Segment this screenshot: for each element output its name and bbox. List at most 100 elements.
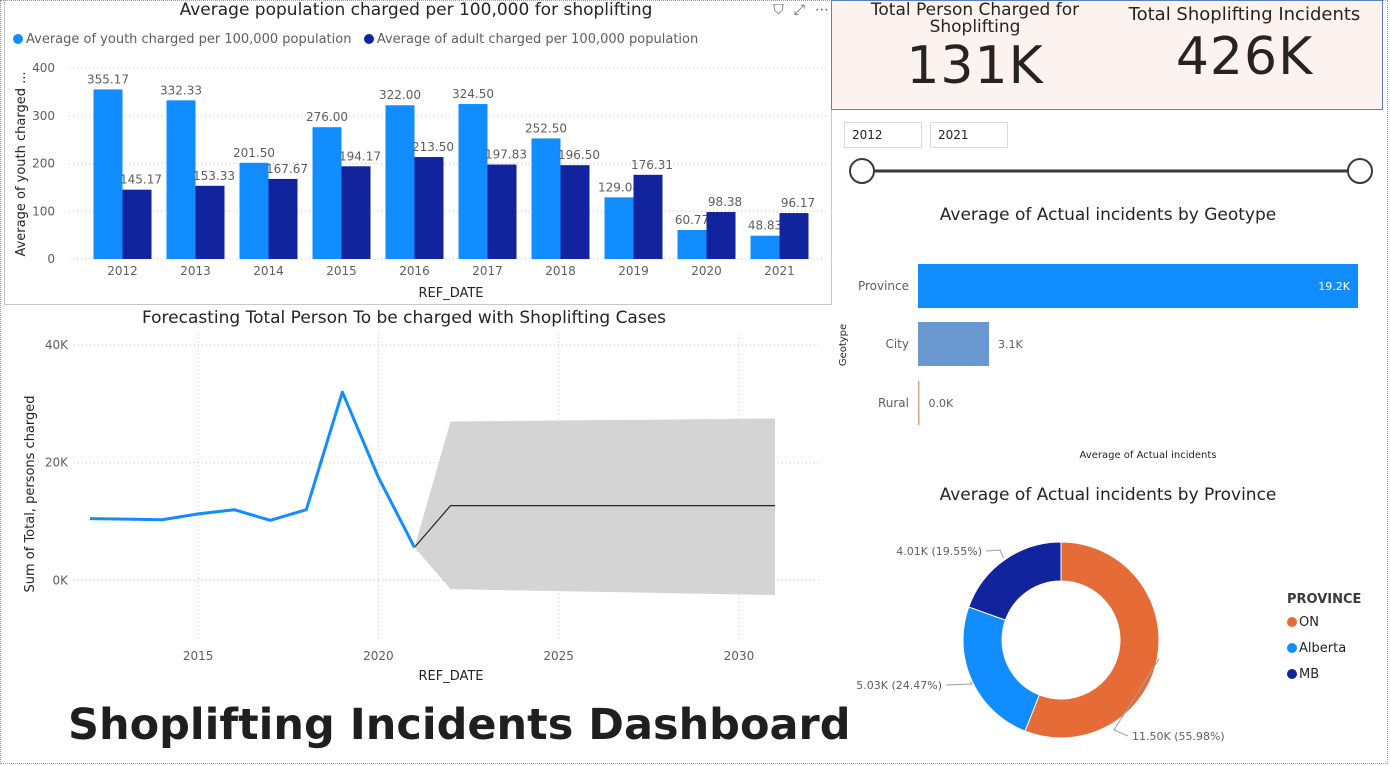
- y-tick-label: 400: [32, 61, 55, 75]
- geotype-x-axis-title: Average of Actual incidents: [1080, 450, 1217, 461]
- x-tick-label: 2015: [326, 264, 357, 278]
- y-tick-label: 100: [32, 204, 55, 218]
- adult-bar[interactable]: [779, 213, 809, 259]
- kpi-total-incidents: Total Shoplifting Incidents 426K: [1122, 4, 1367, 88]
- youth-data-label: 60.77: [675, 213, 709, 227]
- youth-data-label: 48.83: [748, 219, 782, 233]
- adult-data-label: 194.17: [339, 149, 381, 163]
- geotype-bar[interactable]: [918, 264, 1358, 308]
- slicer-track-svg: [849, 158, 1373, 184]
- adult-bar[interactable]: [414, 157, 444, 259]
- adult-bar[interactable]: [341, 166, 371, 259]
- adult-bar[interactable]: [706, 212, 736, 259]
- legend-label-on: ON: [1299, 615, 1319, 630]
- adult-data-label: 96.17: [781, 196, 815, 210]
- geotype-data-label: 0.0K: [929, 397, 954, 410]
- donut-slice-mb[interactable]: [968, 541, 1062, 621]
- adult-data-label: 196.50: [558, 148, 600, 162]
- youth-bar[interactable]: [604, 197, 634, 259]
- x-tick-label: 2021: [764, 264, 795, 278]
- legend-label-alberta: Alberta: [1299, 641, 1347, 656]
- adult-bar[interactable]: [122, 189, 152, 259]
- adult-bar[interactable]: [195, 185, 225, 259]
- legend-item-on[interactable]: ON: [1287, 615, 1361, 630]
- youth-bar[interactable]: [677, 229, 707, 259]
- y-tick-label: 20K: [45, 456, 69, 470]
- x-tick-label: 2020: [363, 649, 394, 663]
- x-tick-label: 2025: [543, 649, 574, 663]
- geotype-y-axis-title: Geotype: [838, 324, 849, 366]
- youth-bar[interactable]: [93, 89, 123, 259]
- geotype-bar[interactable]: [918, 381, 920, 425]
- geotype-bar[interactable]: [918, 322, 990, 366]
- x-tick-label: 2017: [472, 264, 503, 278]
- x-tick-label: 2019: [618, 264, 649, 278]
- adult-bar[interactable]: [487, 164, 517, 259]
- youth-bar[interactable]: [458, 104, 488, 260]
- youth-data-label: 355.17: [87, 72, 129, 86]
- adult-data-label: 176.31: [631, 158, 673, 172]
- y-axis-title: Average of youth charged ...: [14, 71, 29, 256]
- date-range-slicer[interactable]: 2012 2021: [840, 118, 1380, 198]
- youth-bar[interactable]: [239, 162, 269, 259]
- kpi-persons-charged-label-2: Shoplifting: [929, 17, 1021, 37]
- youth-bar[interactable]: [531, 138, 561, 259]
- youth-data-label: 201.50: [233, 146, 275, 160]
- donut-data-label: 5.03K (24.47%): [856, 679, 942, 692]
- x-tick-label: 2030: [724, 649, 755, 663]
- donut-data-label: 11.50K (55.98%): [1132, 730, 1225, 743]
- adult-bar[interactable]: [560, 165, 590, 259]
- adult-data-label: 213.50: [412, 140, 454, 154]
- youth-bar[interactable]: [312, 127, 342, 260]
- youth-bar[interactable]: [750, 235, 780, 259]
- slicer-end-handle[interactable]: [1347, 158, 1373, 184]
- adult-bar[interactable]: [268, 178, 298, 259]
- youth-data-label: 324.50: [452, 87, 494, 101]
- province-legend: PROVINCE ON Alberta MB: [1287, 592, 1361, 693]
- youth-bar[interactable]: [385, 105, 415, 260]
- actual-series-line[interactable]: [89, 390, 416, 549]
- x-tick-label: 2014: [253, 264, 284, 278]
- donut-slice-alberta[interactable]: [962, 606, 1040, 732]
- forecast-confidence-band: [414, 418, 775, 596]
- legend-dot-on: [1287, 617, 1297, 627]
- y-tick-label: 0K: [52, 573, 69, 587]
- legend-dot-mb: [1287, 669, 1297, 679]
- x-axis-title: REF_DATE: [418, 286, 483, 301]
- kpi-total-incidents-label: Total Shoplifting Incidents: [1128, 4, 1361, 25]
- slicer-start-handle[interactable]: [849, 158, 875, 184]
- donut-data-label: 4.01K (19.55%): [896, 545, 982, 558]
- dashboard-title: Shoplifting Incidents Dashboard: [68, 700, 851, 750]
- legend-label-mb: MB: [1299, 667, 1320, 682]
- x-tick-label: 2020: [691, 264, 722, 278]
- y-tick-label: 300: [32, 109, 55, 123]
- geotype-bar-chart[interactable]: Average of Actual incidents by Geotype P…: [832, 196, 1384, 468]
- donut-leader-line: [985, 549, 1004, 559]
- province-legend-title: PROVINCE: [1287, 592, 1362, 607]
- x-tick-label: 2013: [180, 264, 211, 278]
- y-axis-title: Sum of Total, persons charged: [23, 395, 38, 592]
- geotype-data-label: 19.2K: [1318, 280, 1350, 293]
- x-tick-label: 2018: [545, 264, 576, 278]
- donut-leader-line: [945, 680, 973, 686]
- adult-data-label: 153.33: [193, 169, 235, 183]
- kpi-panel: Total Person Charged for Shoplifting 131…: [831, 0, 1383, 110]
- geotype-data-label: 3.1K: [998, 338, 1023, 351]
- y-tick-label: 0: [47, 252, 55, 266]
- youth-data-label: 276.00: [306, 110, 348, 124]
- geotype-category-label: Province: [858, 279, 909, 293]
- kpi-total-incidents-value: 426K: [1175, 27, 1314, 87]
- y-tick-label: 40K: [45, 338, 69, 352]
- youth-adult-bar-chart[interactable]: Average population charged per 100,000 f…: [4, 0, 832, 305]
- legend-item-alberta[interactable]: Alberta: [1287, 641, 1361, 656]
- forecast-chart-plot: 0K 20K 40K 2015 2020 2025 2030 Sum of Total, pe…: [23, 334, 819, 684]
- adult-bar[interactable]: [633, 174, 663, 259]
- youth-data-label: 252.50: [525, 121, 567, 135]
- forecast-line-chart[interactable]: Forecasting Total Person To be charged w…: [4, 304, 830, 696]
- y-tick-label: 200: [32, 157, 55, 171]
- geotype-chart-plot: Province 19.2K City 3.1K Rural 0.0K Geotype Ave…: [838, 264, 1358, 461]
- legend-item-mb[interactable]: MB: [1287, 667, 1361, 682]
- youth-bar[interactable]: [166, 100, 196, 259]
- province-donut-chart[interactable]: Average of Actual incidents by Province …: [832, 472, 1384, 762]
- kpi-persons-charged-value: 131K: [906, 36, 1044, 96]
